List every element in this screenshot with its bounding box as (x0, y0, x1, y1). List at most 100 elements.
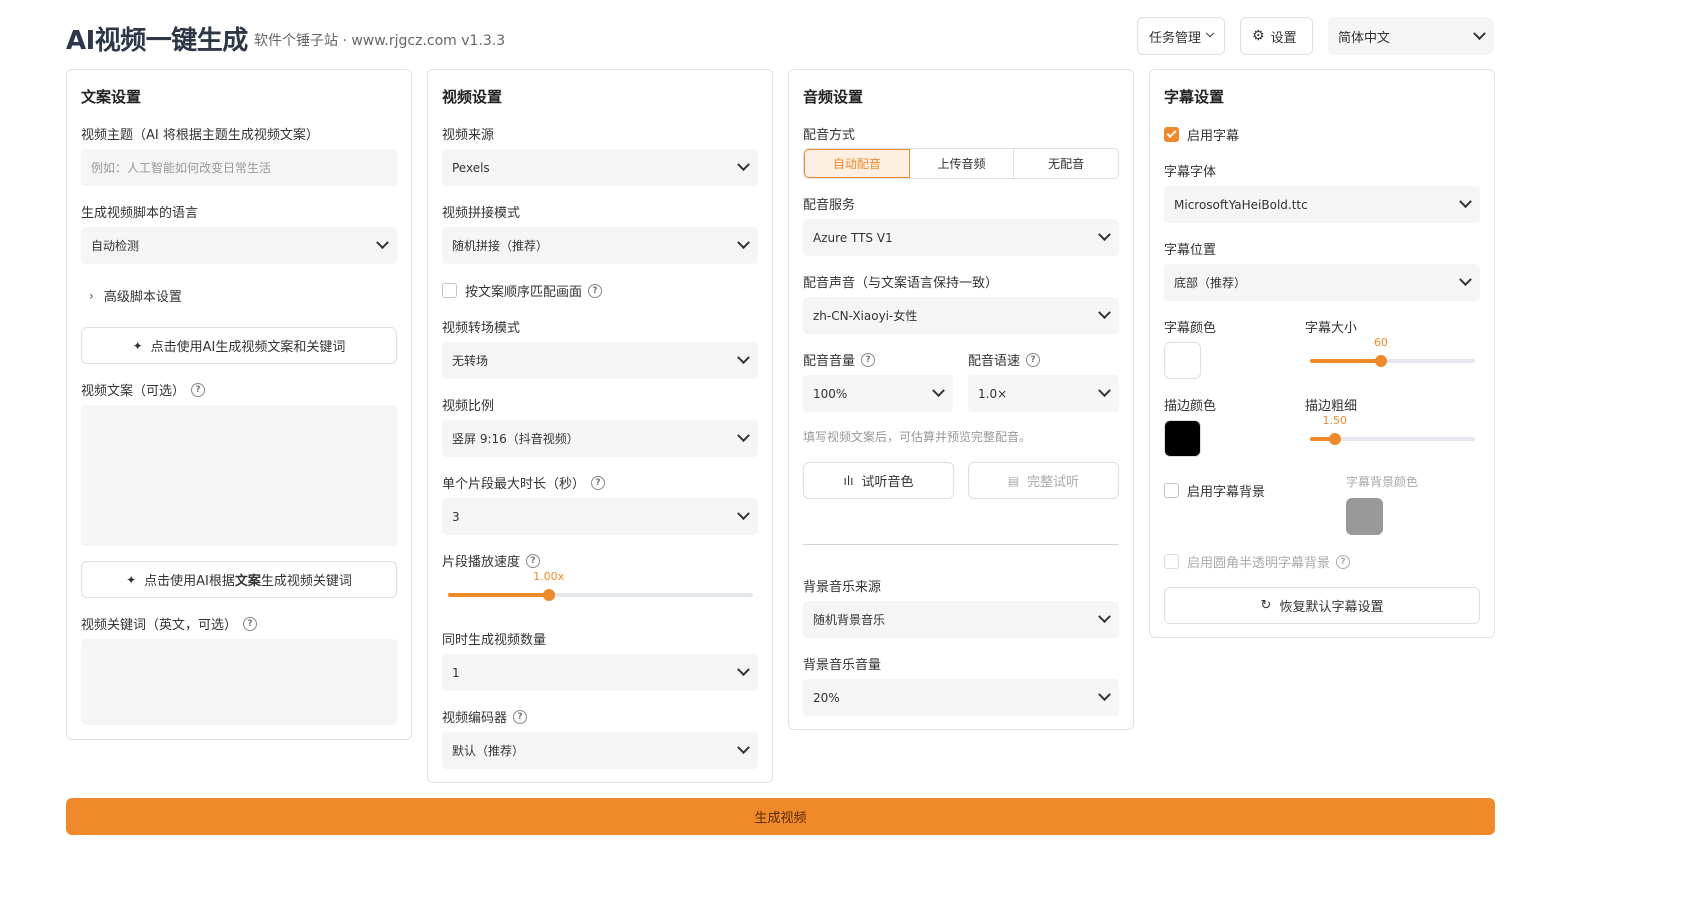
reset-subtitle-label: 恢复默认字幕设置 (1279, 600, 1384, 615)
subtitle-size-slider[interactable]: 60 (1310, 336, 1475, 367)
clip-max-select[interactable]: 3 (442, 498, 758, 535)
chevron-down-icon (932, 384, 945, 398)
enable-subtitle-checkbox[interactable] (1164, 127, 1179, 142)
concat-mode-select[interactable]: 随机拼接（推荐） (442, 227, 758, 264)
rate-select[interactable]: 1.0× (968, 375, 1119, 412)
script-lang-select[interactable]: 自动检测 (81, 227, 397, 264)
advanced-script-toggle[interactable]: › 高级脚本设置 (89, 286, 182, 306)
stroke-width-value: 1.50 (1322, 414, 1348, 427)
chevron-down-icon (737, 236, 750, 250)
full-preview-button[interactable]: ▤ 完整试听 (968, 462, 1119, 499)
help-icon[interactable]: ? (191, 382, 206, 397)
dub-mode-auto[interactable]: 自动配音 (804, 149, 910, 178)
task-manage-button[interactable]: 任务管理 (1137, 17, 1226, 55)
match-order-checkbox[interactable] (442, 283, 457, 298)
chevron-down-icon (737, 507, 750, 521)
keywords-textarea[interactable] (81, 639, 397, 725)
reset-icon: ↻ (1260, 598, 1272, 613)
dub-hint: 填写视频文案后，可估算并预览完整配音。 (803, 430, 1032, 444)
subtitle-size-value: 60 (1373, 336, 1388, 349)
rounded-bg-row: 启用圆角半透明字幕背景 ? (1164, 552, 1351, 571)
position-label: 字幕位置 (1164, 243, 1217, 258)
enable-bg-checkbox[interactable] (1164, 483, 1179, 498)
script-lang-label: 生成视频脚本的语言 (81, 206, 199, 221)
stroke-color-swatch[interactable] (1164, 420, 1201, 457)
enable-subtitle-row: 启用字幕 (1164, 125, 1239, 144)
script-label: 视频文案（可选） ? (81, 380, 206, 399)
preview-voice-button[interactable]: ılı 试听音色 (803, 462, 954, 499)
script-settings-panel: 文案设置 视频主题（AI 将根据主题生成视频文案） 例如：人工智能如何改变日常生… (66, 69, 412, 740)
settings-button[interactable]: ⚙ 设置 (1240, 17, 1313, 55)
bgm-volume-value: 20% (813, 690, 840, 705)
codec-select[interactable]: 默认（推荐） (442, 732, 758, 769)
help-icon[interactable]: ? (591, 475, 606, 490)
subtitle-size-thumb[interactable] (1374, 355, 1387, 367)
transition-value: 无转场 (452, 354, 489, 368)
script-lang-value: 自动检测 (91, 239, 140, 253)
chevron-down-icon (1459, 195, 1472, 209)
transition-label: 视频转场模式 (442, 321, 521, 336)
bg-color-swatch[interactable] (1346, 498, 1383, 535)
generate-video-button[interactable]: 生成视频 (66, 798, 1495, 835)
help-icon[interactable]: ? (1026, 352, 1041, 367)
count-select[interactable]: 1 (442, 654, 758, 691)
subtitle-color-swatch[interactable] (1164, 342, 1201, 379)
enable-bg-label: 启用字幕背景 (1187, 485, 1266, 500)
volume-label-text: 配音音量 (803, 354, 856, 369)
language-select[interactable]: 简体中文 (1328, 17, 1494, 55)
check-icon (1166, 128, 1177, 139)
stroke-color-label: 描边颜色 (1164, 399, 1217, 414)
help-icon[interactable]: ? (1336, 554, 1351, 569)
help-icon[interactable]: ? (513, 709, 528, 724)
waveform-icon: ılı (843, 473, 854, 488)
reset-subtitle-button[interactable]: ↻ 恢复默认字幕设置 (1164, 587, 1480, 624)
full-preview-label: 完整试听 (1027, 475, 1080, 490)
chevron-down-icon (737, 429, 750, 443)
bgm-source-label: 背景音乐来源 (803, 580, 882, 595)
help-icon[interactable]: ? (526, 553, 541, 568)
bgm-volume-select[interactable]: 20% (803, 679, 1119, 716)
generate-keywords-button[interactable]: ✦ 点击使用AI根据文案生成视频关键词 (81, 561, 397, 598)
help-icon[interactable]: ? (588, 283, 603, 298)
speed-slider-thumb[interactable] (542, 589, 555, 601)
dub-mode-none[interactable]: 无配音 (1014, 149, 1118, 178)
video-source-select[interactable]: Pexels (442, 149, 758, 186)
generate-script-button[interactable]: ✦ 点击使用AI生成视频文案和关键词 (81, 327, 397, 364)
dub-mode-label: 配音方式 (803, 128, 856, 143)
voice-select[interactable]: zh-CN-Xiaoyi-女性 (803, 297, 1119, 334)
bgm-source-select[interactable]: 随机背景音乐 (803, 601, 1119, 638)
chevron-down-icon (1098, 384, 1111, 398)
ratio-label: 视频比例 (442, 399, 495, 414)
speed-slider[interactable]: 1.00x (448, 570, 753, 601)
topic-input[interactable]: 例如：人工智能如何改变日常生活 (81, 149, 397, 186)
chevron-right-icon: › (89, 288, 94, 303)
ratio-select[interactable]: 竖屏 9:16（抖音视频） (442, 420, 758, 457)
chevron-down-icon (737, 351, 750, 365)
codec-label-text: 视频编码器 (442, 711, 508, 726)
help-icon[interactable]: ? (243, 616, 258, 631)
subtitle-size-label: 字幕大小 (1305, 321, 1358, 336)
panel-title: 文案设置 (81, 88, 142, 106)
video-settings-panel: 视频设置 视频来源 Pexels 视频拼接模式 随机拼接（推荐） 按文案顺序匹配… (427, 69, 773, 783)
position-select[interactable]: 底部（推荐） (1164, 264, 1480, 301)
task-manage-label: 任务管理 (1149, 30, 1202, 46)
clip-max-label: 单个片段最大时长（秒） ? (442, 473, 606, 492)
dub-service-select[interactable]: Azure TTS V1 (803, 219, 1119, 256)
volume-select[interactable]: 100% (803, 375, 953, 412)
stroke-width-slider[interactable]: 1.50 (1310, 414, 1475, 445)
transition-select[interactable]: 无转场 (442, 342, 758, 379)
rounded-bg-checkbox[interactable] (1164, 554, 1179, 569)
help-icon[interactable]: ? (861, 352, 876, 367)
stroke-width-thumb[interactable] (1328, 433, 1341, 445)
language-value: 简体中文 (1338, 30, 1391, 46)
subtitle-settings-panel: 字幕设置 启用字幕 字幕字体 MicrosoftYaHeiBold.ttc 字幕… (1149, 69, 1495, 638)
script-textarea[interactable] (81, 405, 397, 546)
chevron-down-icon (1098, 228, 1111, 242)
bgm-volume-label: 背景音乐音量 (803, 658, 882, 673)
panel-title: 视频设置 (442, 88, 503, 106)
font-select[interactable]: MicrosoftYaHeiBold.ttc (1164, 186, 1480, 223)
chevron-down-icon (737, 741, 750, 755)
chevron-down-icon (1098, 688, 1111, 702)
generate-video-label: 生成视频 (754, 811, 807, 826)
dub-mode-upload[interactable]: 上传音频 (910, 149, 1015, 178)
